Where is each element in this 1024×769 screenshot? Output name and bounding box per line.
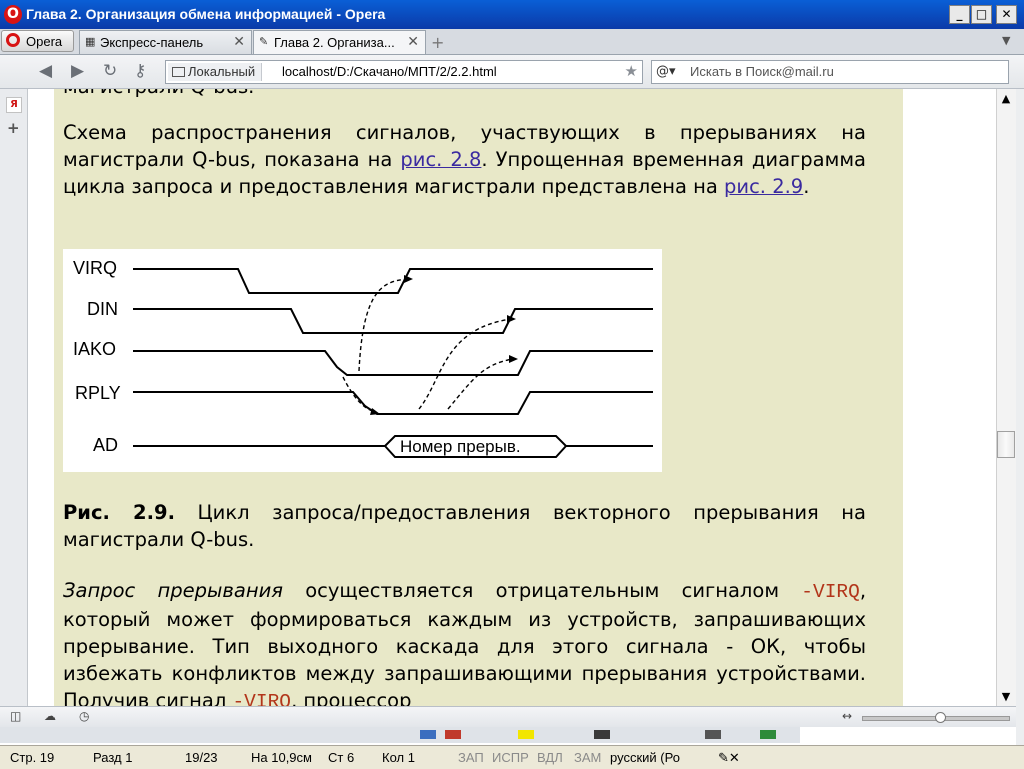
minimize-button[interactable]: _ — [949, 5, 970, 24]
paragraph-interrupt-request: Запрос прерывания осуществляется отрицат… — [63, 577, 866, 706]
local-badge[interactable]: Локальный — [168, 63, 263, 81]
background-icon — [518, 730, 534, 739]
tab-label: Глава 2. Организа... — [274, 35, 395, 50]
status-page: Стр. 19 — [10, 750, 55, 765]
key-icon[interactable]: ⚷ — [134, 61, 146, 81]
arrow-rply-to-iako — [447, 358, 514, 410]
status-overtype[interactable]: ЗАМ — [574, 750, 601, 765]
status-column: Кол 1 — [382, 750, 415, 765]
opera-logo-icon: O — [4, 5, 22, 24]
figure-link-2-8[interactable]: рис. 2.8 — [400, 148, 481, 171]
search-engine-icon[interactable]: @▾ — [656, 64, 676, 79]
monitor-icon — [172, 67, 185, 77]
paragraph-intro: Схема распространения сигналов, участвую… — [63, 121, 866, 198]
tab-speed-dial[interactable]: ▦ Экспресс-панель ✕ — [79, 30, 252, 54]
word-status-bar: Стр. 19 Разд 1 19/23 На 10,9см Ст 6 Кол … — [0, 745, 1024, 769]
signal-label-ad: AD — [93, 435, 118, 455]
status-line: Ст 6 — [328, 750, 355, 765]
signal-virq-code: -VIRQ — [801, 581, 860, 603]
add-panel-icon[interactable]: + — [7, 119, 20, 137]
tab-bar: Opera ▦ Экспресс-панель ✕ ✎ Глава 2. Орг… — [0, 29, 1024, 55]
browser-status-bar: ◫ ☁ ◷ ↔ — [0, 706, 1016, 727]
background-icon — [594, 730, 610, 739]
tab-list-chevron-icon[interactable]: ▼ — [1002, 34, 1010, 47]
signal-label-iako: IAKO — [73, 339, 116, 359]
scroll-up-arrow-icon[interactable]: ▲ — [996, 90, 1016, 107]
tab-label: Экспресс-панель — [100, 35, 204, 50]
close-button[interactable]: ✕ — [996, 5, 1017, 24]
background-window-strip — [0, 727, 800, 743]
figure-link-2-9[interactable]: рис. 2.9 — [724, 175, 803, 198]
opera-menu-label: Opera — [26, 34, 63, 49]
search-placeholder: Искать в Поиск@mail.ru — [690, 64, 834, 79]
status-track-changes[interactable]: ИСПР — [492, 750, 529, 765]
page-viewport: магистрали Q-bus. Схема распространения … — [28, 89, 996, 706]
partial-text-line: магистрали Q-bus. — [63, 89, 254, 98]
figure-caption: Рис. 2.9. Цикл запроса/предоставления ве… — [63, 501, 866, 551]
arrowhead-icon — [404, 275, 413, 283]
signal-label-din: DIN — [87, 299, 118, 319]
speed-icon[interactable]: ◷ — [79, 709, 89, 723]
address-toolbar: ◀ ▶ ↻ ⚷ Локальный localhost/D:/Скачано/М… — [0, 55, 1024, 89]
opera-menu-button[interactable]: Opera — [1, 30, 74, 52]
tab-current-page[interactable]: ✎ Глава 2. Организа... ✕ — [253, 30, 426, 54]
turbo-cloud-icon[interactable]: ☁ — [44, 709, 56, 723]
arrowhead-icon — [370, 408, 380, 415]
close-tab-icon[interactable]: ✕ — [233, 34, 245, 50]
back-arrow-icon[interactable]: ◀ — [39, 61, 52, 81]
forward-arrow-icon[interactable]: ▶ — [71, 61, 84, 81]
arrowhead-icon — [509, 355, 518, 363]
background-icon — [705, 730, 721, 739]
trace-iako — [133, 350, 653, 376]
url-text: localhost/D:/Скачано/МПТ/2/2.2.html — [282, 64, 497, 79]
close-tab-icon[interactable]: ✕ — [407, 34, 419, 50]
opera-o-icon — [6, 33, 20, 47]
page-icon: ✎ — [259, 35, 269, 48]
signal-virq-code: -VIRQ — [232, 691, 291, 706]
side-panel — [0, 89, 28, 706]
bookmark-star-icon[interactable]: ★ — [625, 62, 638, 80]
search-field[interactable]: @▾ Искать в Поиск@mail.ru — [651, 60, 1009, 84]
status-pages: 19/23 — [185, 750, 218, 765]
zoom-slider-handle[interactable] — [935, 712, 946, 723]
signal-label-virq: VIRQ — [73, 258, 117, 278]
vertical-scrollbar[interactable] — [996, 89, 1017, 706]
background-icon — [420, 730, 436, 739]
status-section: Разд 1 — [93, 750, 133, 765]
signal-label-rply: RPLY — [75, 383, 121, 403]
window-edge — [1016, 89, 1024, 745]
trace-din — [133, 308, 653, 334]
reload-icon[interactable]: ↻ — [103, 61, 117, 81]
status-position: На 10,9см — [251, 750, 312, 765]
fit-to-width-icon[interactable]: ↔ — [842, 709, 852, 723]
document-content: магистрали Q-bus. Схема распространения … — [54, 89, 903, 706]
panel-toggle-icon[interactable]: ◫ — [10, 709, 21, 723]
status-record[interactable]: ЗАП — [458, 750, 484, 765]
address-field[interactable]: Локальный localhost/D:/Скачано/МПТ/2/2.2… — [165, 60, 643, 84]
status-extend[interactable]: ВДЛ — [537, 750, 563, 765]
window-title: Глава 2. Организация обмена информацией … — [26, 6, 386, 22]
status-language[interactable]: русский (Ро — [610, 750, 680, 765]
trace-rply — [133, 391, 653, 415]
grid-icon: ▦ — [85, 35, 96, 48]
ad-box-label: Номер прерыв. — [400, 437, 521, 456]
background-icon — [445, 730, 461, 739]
new-tab-button[interactable]: + — [431, 33, 444, 52]
scrollbar-thumb[interactable] — [997, 431, 1015, 458]
spelling-check-icon[interactable]: ✎✕ — [718, 750, 740, 766]
timing-diagram: VIRQ DIN IAKO RPLY AD Номер прерыв. — [63, 249, 662, 472]
arrow-iako-to-rply — [342, 376, 377, 413]
scroll-down-arrow-icon[interactable]: ▼ — [996, 688, 1016, 705]
background-icon — [760, 730, 776, 739]
maximize-button[interactable]: □ — [971, 5, 992, 24]
yandex-icon[interactable]: Я — [6, 97, 22, 113]
